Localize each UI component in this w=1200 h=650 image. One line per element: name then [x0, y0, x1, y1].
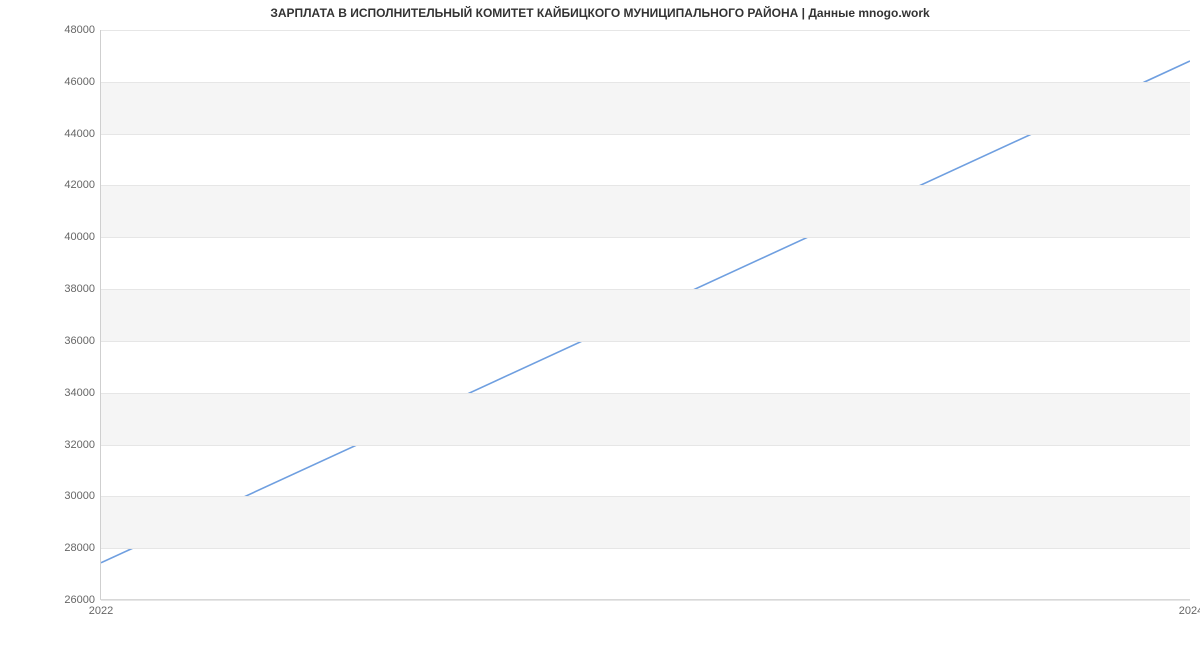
y-tick-label: 32000 [51, 439, 95, 451]
y-tick-label: 34000 [51, 387, 95, 399]
grid-band [101, 496, 1190, 548]
y-tick-label: 38000 [51, 283, 95, 295]
gridline [101, 185, 1190, 186]
gridline [101, 445, 1190, 446]
gridline [101, 341, 1190, 342]
y-tick-label: 48000 [51, 24, 95, 36]
gridline [101, 600, 1190, 601]
y-tick-label: 36000 [51, 335, 95, 347]
y-tick-label: 44000 [51, 128, 95, 140]
gridline [101, 496, 1190, 497]
x-tick-label: 2024 [1179, 605, 1200, 617]
y-tick-label: 40000 [51, 231, 95, 243]
grid-band [101, 185, 1190, 237]
y-tick-label: 30000 [51, 490, 95, 502]
gridline [101, 393, 1190, 394]
chart-title: ЗАРПЛАТА В ИСПОЛНИТЕЛЬНЫЙ КОМИТЕТ КАЙБИЦ… [0, 0, 1200, 20]
gridline [101, 289, 1190, 290]
gridline [101, 30, 1190, 31]
y-tick-label: 42000 [51, 179, 95, 191]
y-tick-label: 28000 [51, 542, 95, 554]
chart-container: ЗАРПЛАТА В ИСПОЛНИТЕЛЬНЫЙ КОМИТЕТ КАЙБИЦ… [0, 0, 1200, 650]
x-tick-label: 2022 [89, 605, 113, 617]
gridline [101, 82, 1190, 83]
plot-area: 2600028000300003200034000360003800040000… [100, 30, 1190, 600]
grid-band [101, 82, 1190, 134]
gridline [101, 134, 1190, 135]
gridline [101, 237, 1190, 238]
grid-band [101, 289, 1190, 341]
grid-band [101, 393, 1190, 445]
y-tick-label: 46000 [51, 76, 95, 88]
gridline [101, 548, 1190, 549]
